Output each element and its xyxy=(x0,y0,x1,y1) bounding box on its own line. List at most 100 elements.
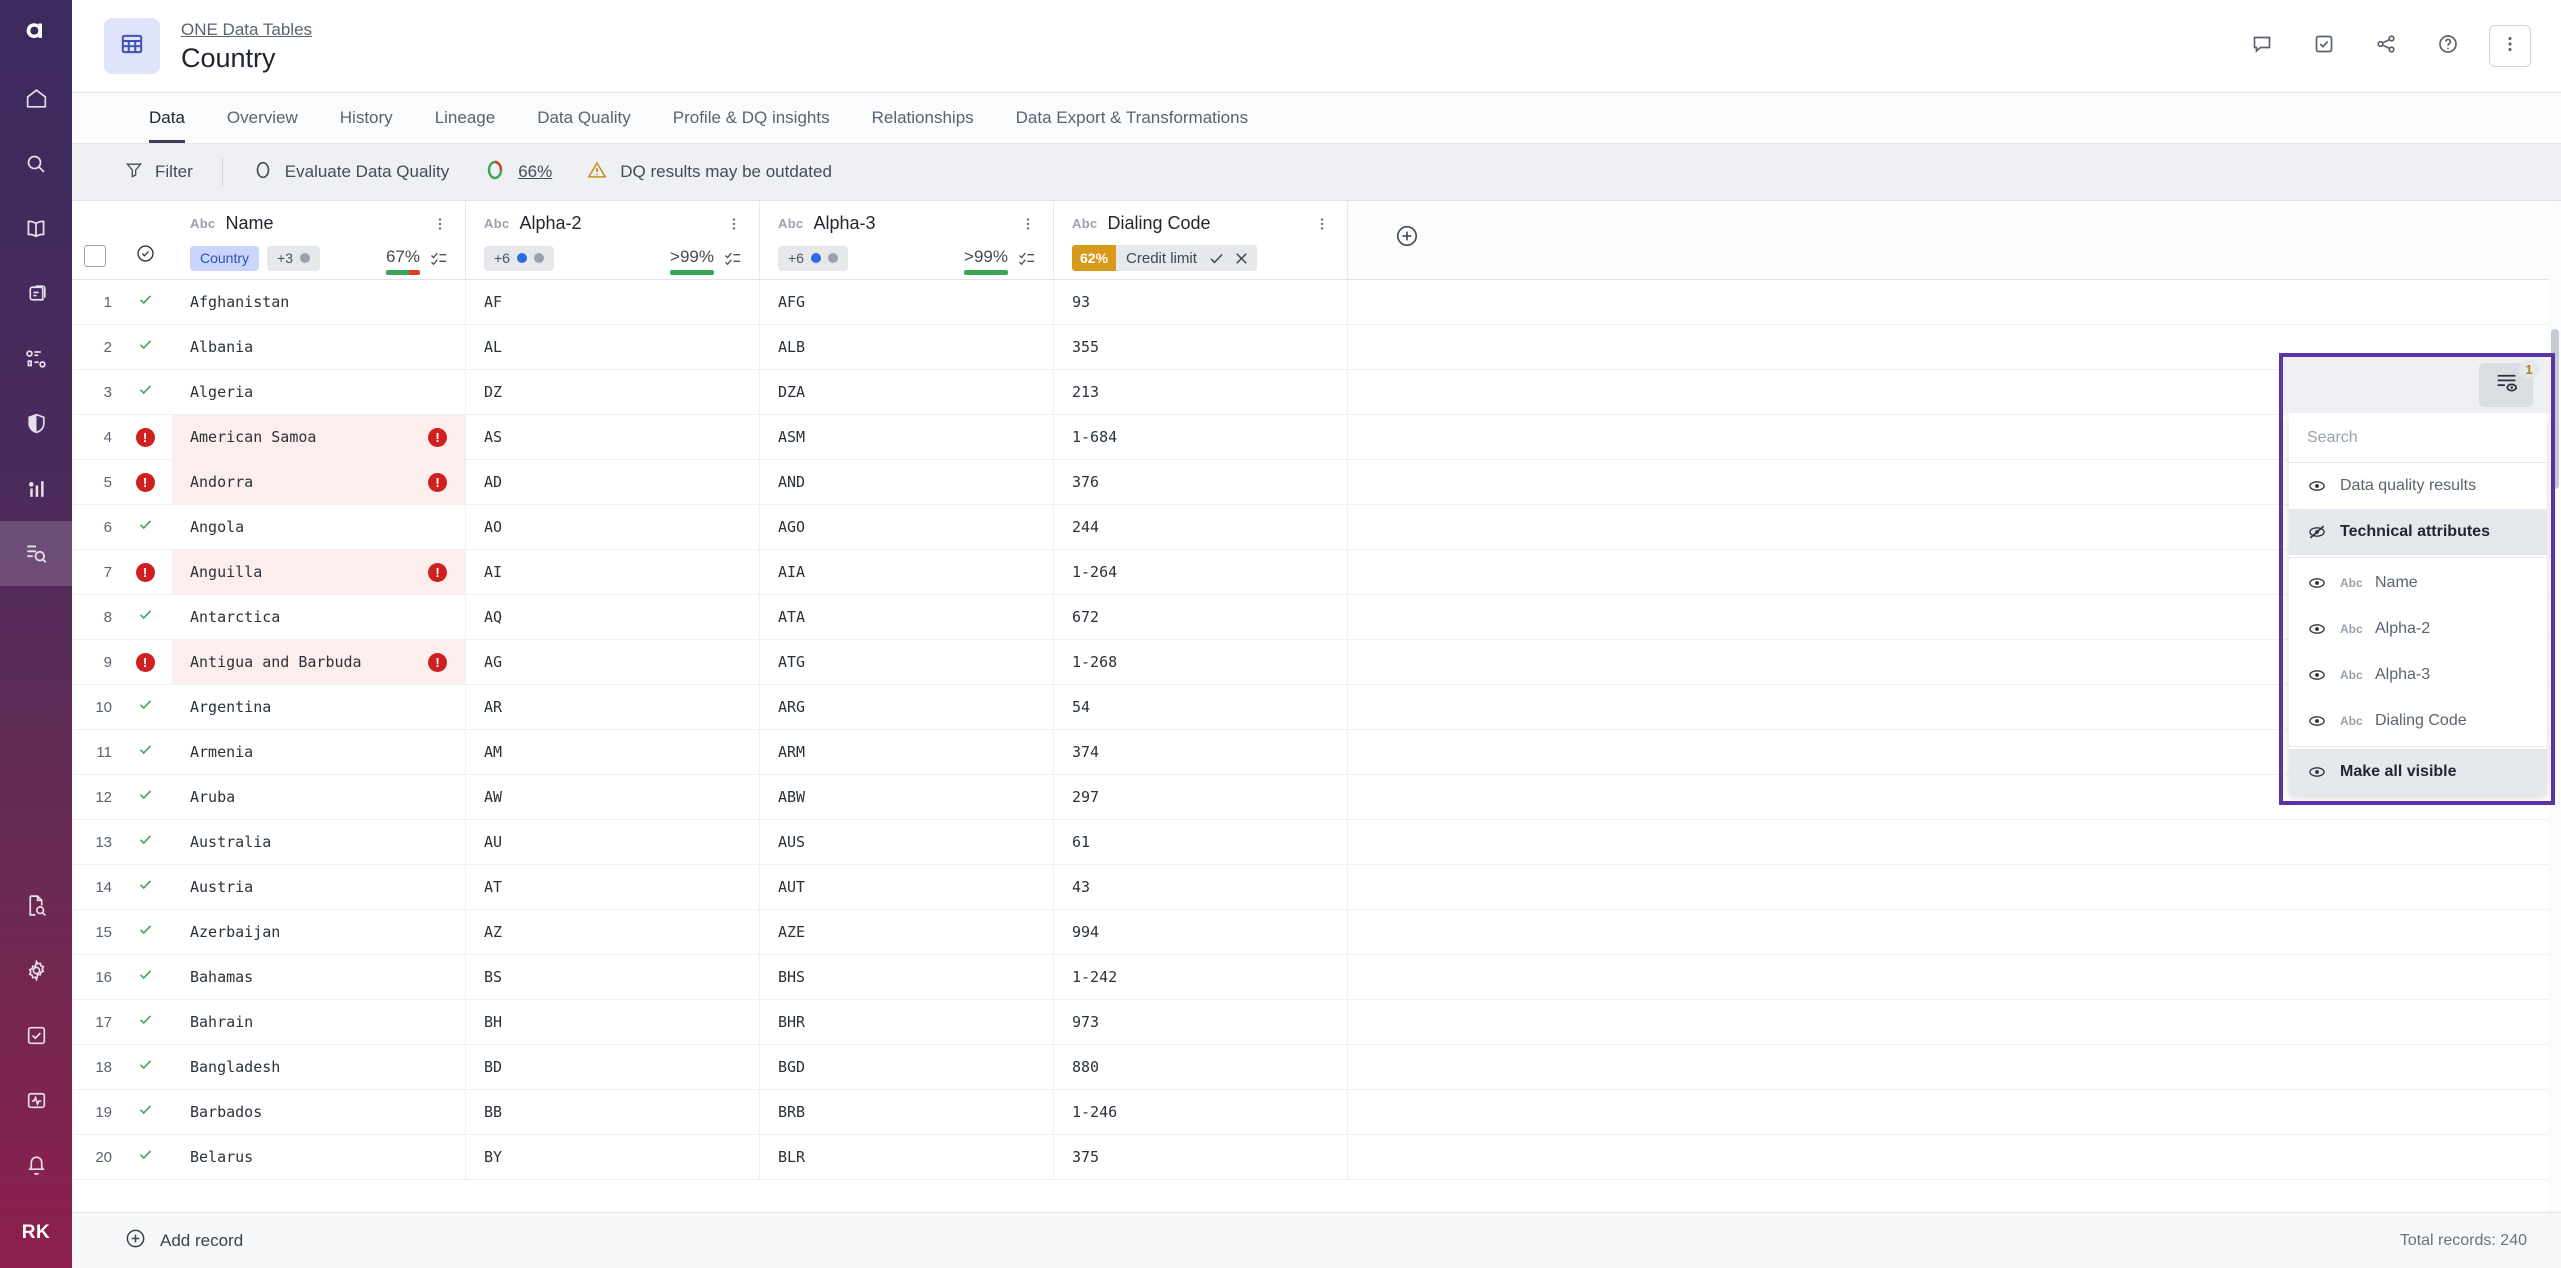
cell-alpha3[interactable]: ARG xyxy=(760,685,1054,729)
cell-alpha3[interactable]: ATA xyxy=(760,595,1054,639)
cell-name[interactable]: Austria xyxy=(172,865,466,909)
cell-name[interactable]: Angola xyxy=(172,505,466,549)
column-header-name[interactable]: Abc Name Country +3 67% xyxy=(172,201,466,279)
cell-dialing-code[interactable]: 43 xyxy=(1054,865,1348,909)
popover-item-make-all-visible[interactable]: Make all visible xyxy=(2289,749,2547,795)
cell-alpha3[interactable]: BHS xyxy=(760,955,1054,999)
column-dq-score[interactable]: >99% xyxy=(670,247,743,275)
column-menu-icon[interactable] xyxy=(1019,215,1037,233)
cell-name[interactable]: Anguilla! xyxy=(172,550,466,594)
cell-alpha2[interactable]: AZ xyxy=(466,910,760,954)
popover-item-data-quality-results[interactable]: Data quality results xyxy=(2289,463,2547,509)
cell-dialing-code[interactable]: 1-246 xyxy=(1054,1090,1348,1134)
cell-alpha3[interactable]: DZA xyxy=(760,370,1054,414)
popover-item-dialing-code[interactable]: Abc Dialing Code xyxy=(2289,698,2547,744)
cell-dialing-code[interactable]: 973 xyxy=(1054,1000,1348,1044)
sidebar-item-settings[interactable] xyxy=(0,938,72,1003)
cell-name[interactable]: Antigua and Barbuda! xyxy=(172,640,466,684)
cell-alpha3[interactable]: BHR xyxy=(760,1000,1054,1044)
cell-alpha2[interactable]: AM xyxy=(466,730,760,774)
cell-alpha3[interactable]: BGD xyxy=(760,1045,1054,1089)
cell-alpha2[interactable]: AG xyxy=(466,640,760,684)
table-row[interactable]: 9! Antigua and Barbuda! AG ATG 1-268 xyxy=(72,640,2561,685)
table-row[interactable]: 11 Armenia AM ARM 374 xyxy=(72,730,2561,775)
cell-dialing-code[interactable]: 61 xyxy=(1054,820,1348,864)
sidebar-item-home[interactable] xyxy=(0,66,72,131)
sidebar-item-governance[interactable] xyxy=(0,391,72,456)
sidebar-item-data-stories[interactable] xyxy=(0,873,72,938)
eye-hidden-icon[interactable] xyxy=(2307,522,2327,542)
table-row[interactable]: 3 Algeria DZ DZA 213 xyxy=(72,370,2561,415)
add-column-icon[interactable] xyxy=(1394,223,1420,254)
reject-suggestion-icon[interactable] xyxy=(1232,249,1257,268)
sidebar-item-notifications[interactable] xyxy=(0,1133,72,1198)
tab-overview[interactable]: Overview xyxy=(206,93,319,143)
dq-rules-icon[interactable] xyxy=(429,248,449,268)
table-row[interactable]: 17 Bahrain BH BHR 973 xyxy=(72,1000,2561,1045)
table-row[interactable]: 15 Azerbaijan AZ AZE 994 xyxy=(72,910,2561,955)
column-header-alpha2[interactable]: Abc Alpha-2 +6 >99% xyxy=(466,201,760,279)
eye-visible-icon[interactable] xyxy=(2307,762,2327,782)
sidebar-item-search[interactable] xyxy=(0,131,72,196)
popover-item-alpha-2[interactable]: Abc Alpha-2 xyxy=(2289,606,2547,652)
cell-alpha2[interactable]: AD xyxy=(466,460,760,504)
cell-alpha2[interactable]: AW xyxy=(466,775,760,819)
sidebar-item-sources[interactable] xyxy=(0,261,72,326)
cell-name[interactable]: Andorra! xyxy=(172,460,466,504)
accept-suggestion-icon[interactable] xyxy=(1207,249,1232,268)
cell-alpha3[interactable]: AIA xyxy=(760,550,1054,594)
share-button[interactable] xyxy=(2365,25,2407,67)
cell-name[interactable]: Belarus xyxy=(172,1135,466,1179)
dq-rules-icon[interactable] xyxy=(1017,248,1037,268)
table-row[interactable]: 10 Argentina AR ARG 54 xyxy=(72,685,2561,730)
table-row[interactable]: 4! American Samoa! AS ASM 1-684 xyxy=(72,415,2561,460)
term-chip-more[interactable]: +6 xyxy=(484,245,554,271)
table-row[interactable]: 6 Angola AO AGO 244 xyxy=(72,505,2561,550)
cell-alpha2[interactable]: BH xyxy=(466,1000,760,1044)
table-row[interactable]: 7! Anguilla! AI AIA 1-264 xyxy=(72,550,2561,595)
cell-name[interactable]: Bangladesh xyxy=(172,1045,466,1089)
cell-dialing-code[interactable]: 374 xyxy=(1054,730,1348,774)
cell-alpha2[interactable]: AF xyxy=(466,280,760,324)
cell-dialing-code[interactable]: 213 xyxy=(1054,370,1348,414)
table-row[interactable]: 13 Australia AU AUS 61 xyxy=(72,820,2561,865)
eye-visible-icon[interactable] xyxy=(2307,476,2327,496)
cell-alpha2[interactable]: BB xyxy=(466,1090,760,1134)
cell-alpha3[interactable]: AZE xyxy=(760,910,1054,954)
tab-history[interactable]: History xyxy=(319,93,414,143)
cell-alpha3[interactable]: ALB xyxy=(760,325,1054,369)
status-check-circle-icon[interactable] xyxy=(135,243,156,269)
table-row[interactable]: 20 Belarus BY BLR 375 xyxy=(72,1135,2561,1180)
cell-dialing-code[interactable]: 93 xyxy=(1054,280,1348,324)
cell-name[interactable]: Armenia xyxy=(172,730,466,774)
table-row[interactable]: 18 Bangladesh BD BGD 880 xyxy=(72,1045,2561,1090)
cell-name[interactable]: Bahrain xyxy=(172,1000,466,1044)
term-chip-country[interactable]: Country xyxy=(190,245,260,271)
cell-dialing-code[interactable]: 376 xyxy=(1054,460,1348,504)
column-header-dialing-code[interactable]: Abc Dialing Code 62% Credit limit xyxy=(1054,201,1348,279)
popover-item-name[interactable]: Abc Name xyxy=(2289,560,2547,606)
cell-alpha2[interactable]: BD xyxy=(466,1045,760,1089)
cell-dialing-code[interactable]: 1-684 xyxy=(1054,415,1348,459)
cell-alpha3[interactable]: ATG xyxy=(760,640,1054,684)
cell-dialing-code[interactable]: 880 xyxy=(1054,1045,1348,1089)
cell-alpha3[interactable]: AUT xyxy=(760,865,1054,909)
cell-alpha3[interactable]: AFG xyxy=(760,280,1054,324)
cell-alpha3[interactable]: BRB xyxy=(760,1090,1054,1134)
help-button[interactable] xyxy=(2427,25,2469,67)
cell-alpha2[interactable]: AL xyxy=(466,325,760,369)
popover-search[interactable] xyxy=(2289,413,2547,463)
cell-alpha2[interactable]: BY xyxy=(466,1135,760,1179)
cell-name[interactable]: Azerbaijan xyxy=(172,910,466,954)
column-dq-score[interactable]: >99% xyxy=(964,247,1037,275)
table-row[interactable]: 2 Albania AL ALB 355 xyxy=(72,325,2561,370)
eye-visible-icon[interactable] xyxy=(2307,711,2327,731)
cell-name[interactable]: Aruba xyxy=(172,775,466,819)
cell-name[interactable]: Antarctica xyxy=(172,595,466,639)
cell-alpha3[interactable]: AUS xyxy=(760,820,1054,864)
cell-name[interactable]: Algeria xyxy=(172,370,466,414)
dq-score[interactable]: 66% xyxy=(483,158,552,187)
cell-alpha2[interactable]: AU xyxy=(466,820,760,864)
cell-alpha3[interactable]: ARM xyxy=(760,730,1054,774)
table-row[interactable]: 8 Antarctica AQ ATA 672 xyxy=(72,595,2561,640)
